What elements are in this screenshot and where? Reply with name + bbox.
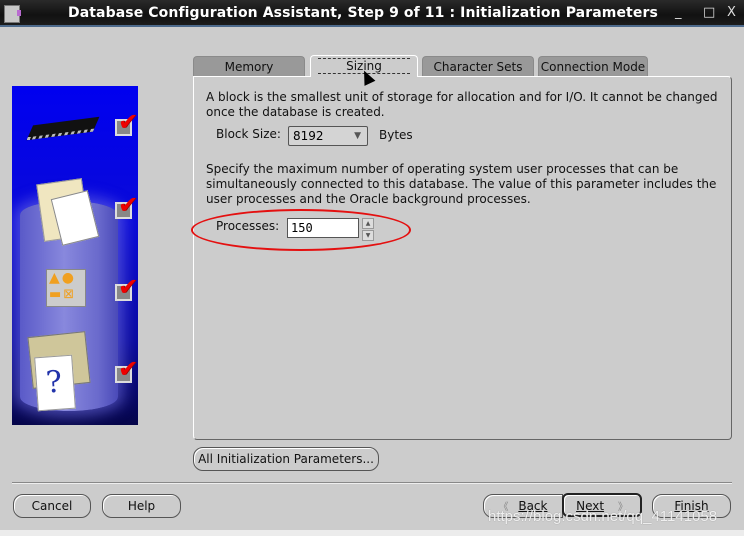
processes-stepper[interactable]: ▲ ▼ (362, 218, 374, 241)
back-arrow-icon: 《 (498, 502, 509, 513)
block-size-label: Block Size: (216, 127, 281, 141)
checkmark-icon: ✔ (118, 355, 138, 383)
window-title: Database Configuration Assistant, Step 9… (68, 5, 658, 21)
back-label: Back (518, 499, 548, 513)
finish-button[interactable]: Finish (652, 494, 731, 518)
checkmark-icon: ✔ (118, 108, 138, 136)
processes-description: Specify the maximum number of operating … (206, 162, 717, 206)
sizing-tab-panel: A block is the smallest unit of storage … (193, 76, 732, 440)
minimize-button[interactable]: _ (675, 5, 682, 20)
tab-label: Connection Mode (540, 60, 646, 74)
step-checkbox-memory: ✔ (115, 108, 138, 136)
back-button[interactable]: 《 Back (483, 494, 563, 518)
maximize-button[interactable]: □ (703, 5, 715, 20)
memory-chip-icon (26, 116, 100, 141)
checkmark-icon: ✔ (118, 273, 138, 301)
cancel-button[interactable]: Cancel (13, 494, 91, 518)
checkmark-icon: ✔ (118, 191, 138, 219)
step-checkbox-storage: ✔ (115, 191, 138, 219)
tab-connection-mode[interactable]: Connection Mode (538, 56, 648, 76)
shapes-icon (46, 269, 86, 307)
processes-input[interactable]: 150 (287, 218, 359, 238)
next-label: Next (576, 499, 605, 513)
step-checkbox-help: ✔ (115, 355, 138, 383)
tab-memory[interactable]: Memory (193, 56, 305, 76)
next-arrow-icon: 》 (617, 502, 628, 513)
app-icon (4, 5, 21, 23)
bottom-strip (0, 530, 744, 536)
tab-character-sets[interactable]: Character Sets (422, 56, 534, 76)
spin-down-icon[interactable]: ▼ (362, 230, 374, 241)
next-button[interactable]: Next 》 (562, 493, 642, 517)
close-button[interactable]: X (727, 5, 736, 20)
all-initialization-parameters-button[interactable]: All Initialization Parameters... (193, 447, 379, 471)
block-size-dropdown[interactable]: 8192 ▼ (288, 126, 368, 146)
chevron-down-icon: ▼ (354, 131, 361, 141)
tab-label: Memory (224, 60, 274, 74)
processes-label: Processes: (216, 219, 280, 233)
block-size-value: 8192 (293, 129, 324, 143)
tab-label: Character Sets (433, 60, 523, 74)
block-size-description: A block is the smallest unit of storage … (206, 90, 718, 119)
help-document-icon (34, 354, 76, 412)
footer-divider (12, 482, 732, 484)
block-size-unit: Bytes (379, 128, 413, 142)
step-checkbox-shapes: ✔ (115, 273, 138, 301)
finish-label: Finish (674, 499, 709, 513)
window-titlebar: Database Configuration Assistant, Step 9… (0, 0, 744, 27)
spin-up-icon[interactable]: ▲ (362, 218, 374, 229)
wizard-side-image: ✔ ✔ ✔ ✔ (12, 86, 138, 425)
help-button[interactable]: Help (102, 494, 181, 518)
